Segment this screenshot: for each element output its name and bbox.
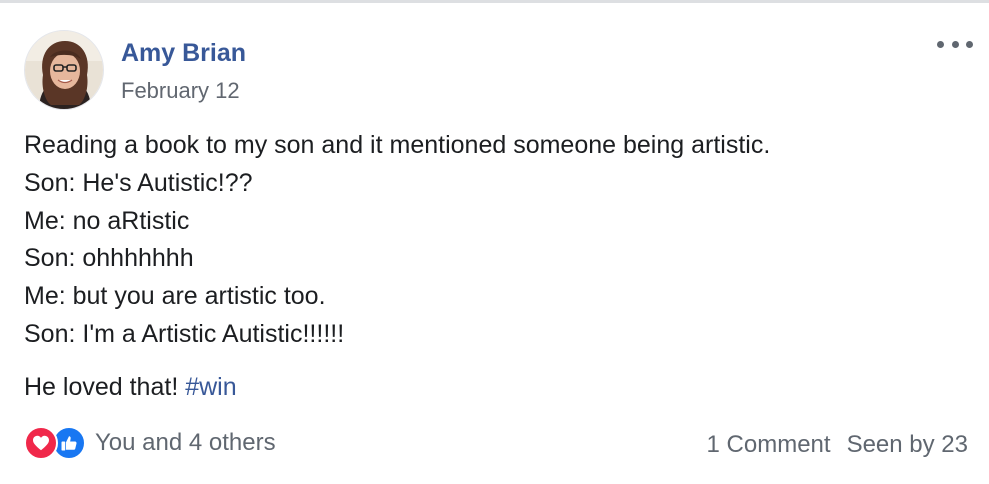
hashtag-link[interactable]: #win bbox=[185, 373, 236, 401]
post-line: Son: I'm a Artistic Autistic!!!!!! bbox=[24, 319, 345, 348]
post-line: Me: no aRtistic bbox=[24, 206, 190, 235]
seen-by-count[interactable]: Seen by 23 bbox=[847, 431, 968, 459]
post-date[interactable]: February 12 bbox=[121, 76, 240, 106]
avatar[interactable] bbox=[24, 30, 104, 110]
post-card: Amy Brian February 12 Reading a book to … bbox=[0, 0, 989, 484]
author-name[interactable]: Amy Brian bbox=[121, 37, 246, 69]
reactions-summary[interactable]: You and 4 others bbox=[95, 429, 276, 457]
reactions-bar[interactable]: You and 4 others bbox=[24, 425, 276, 461]
post-body: Reading a book to my son and it mentione… bbox=[24, 127, 964, 354]
dot bbox=[966, 40, 973, 48]
post-stats: 1 Comment Seen by 23 bbox=[707, 431, 968, 459]
post-line: Son: He's Autistic!?? bbox=[24, 168, 253, 197]
post-line: Reading a book to my son and it mentione… bbox=[24, 131, 771, 159]
dot bbox=[937, 40, 944, 48]
dot bbox=[951, 40, 959, 48]
post-closing: He loved that! #win bbox=[24, 369, 237, 406]
profile-photo bbox=[25, 31, 103, 109]
closing-text: He loved that! bbox=[24, 373, 179, 401]
love-icon bbox=[24, 426, 58, 460]
more-options-icon[interactable] bbox=[937, 33, 973, 55]
post-line: Son: ohhhhhhh bbox=[24, 244, 194, 273]
comment-count[interactable]: 1 Comment bbox=[707, 431, 831, 459]
post-line: Me: but you are artistic too. bbox=[24, 282, 326, 311]
